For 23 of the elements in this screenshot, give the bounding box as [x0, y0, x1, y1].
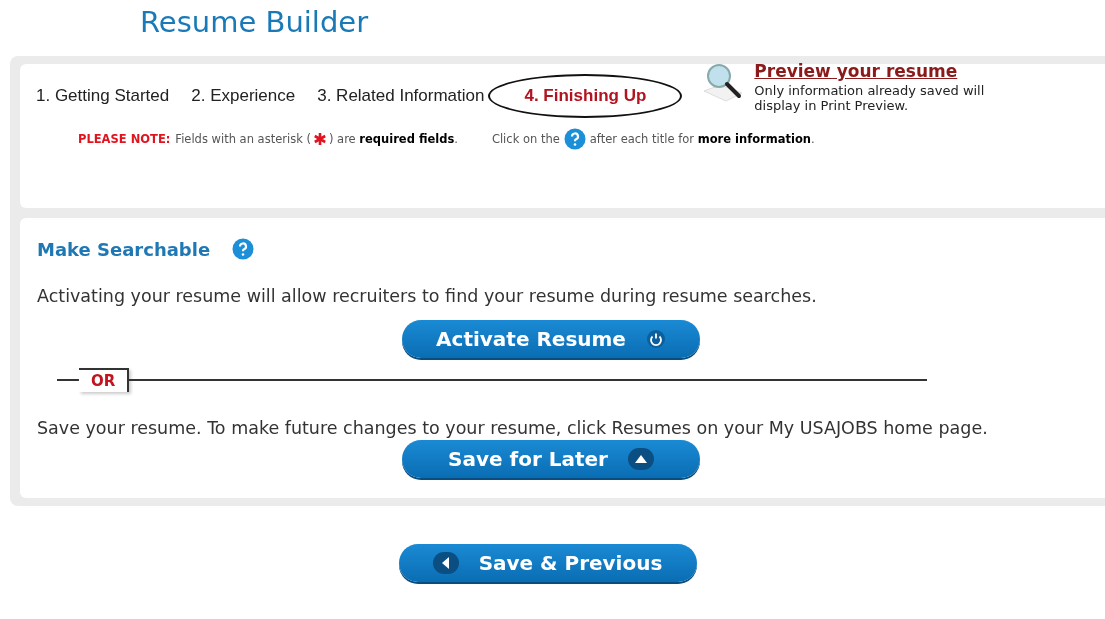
action-button[interactable]: Activate Resume — [402, 320, 700, 358]
help-icon[interactable] — [232, 238, 255, 260]
step-tab[interactable]: 2. Experience — [191, 76, 296, 116]
intro-text: Activating your resume will allow recruiters to find your resume during resume searches. — [37, 286, 818, 306]
page-title: Resume Builder — [140, 4, 370, 41]
power-icon — [645, 329, 666, 349]
preview-link[interactable]: Preview your resume — [754, 61, 1005, 81]
step-tab[interactable]: 1. Getting Started — [36, 76, 170, 116]
preview-note: Only information already saved will display in Print Preview. — [754, 83, 986, 113]
help-icon[interactable] — [563, 128, 586, 150]
asterisk-icon — [312, 132, 327, 146]
note-text: Fields with an asterisk ( — [175, 132, 311, 146]
step-tab[interactable]: 4. Finishing Up — [488, 74, 683, 118]
help-text: Click on the — [491, 132, 560, 146]
note-text: ) are required fields. — [328, 132, 458, 146]
step-tab[interactable]: 3. Related Information — [317, 76, 485, 116]
previous-button[interactable]: Save & Previous — [398, 544, 697, 582]
action-button[interactable]: Save for Later — [402, 440, 700, 478]
or-label: OR — [79, 368, 130, 392]
help-text: after each title for more information. — [589, 132, 815, 146]
save-text: Save your resume. To make future changes to your resume, click Resumes on your My USAJOBS home page. — [37, 418, 989, 438]
note-label: PLEASE NOTE: — [78, 132, 171, 146]
section-title: Make Searchable — [37, 238, 211, 260]
